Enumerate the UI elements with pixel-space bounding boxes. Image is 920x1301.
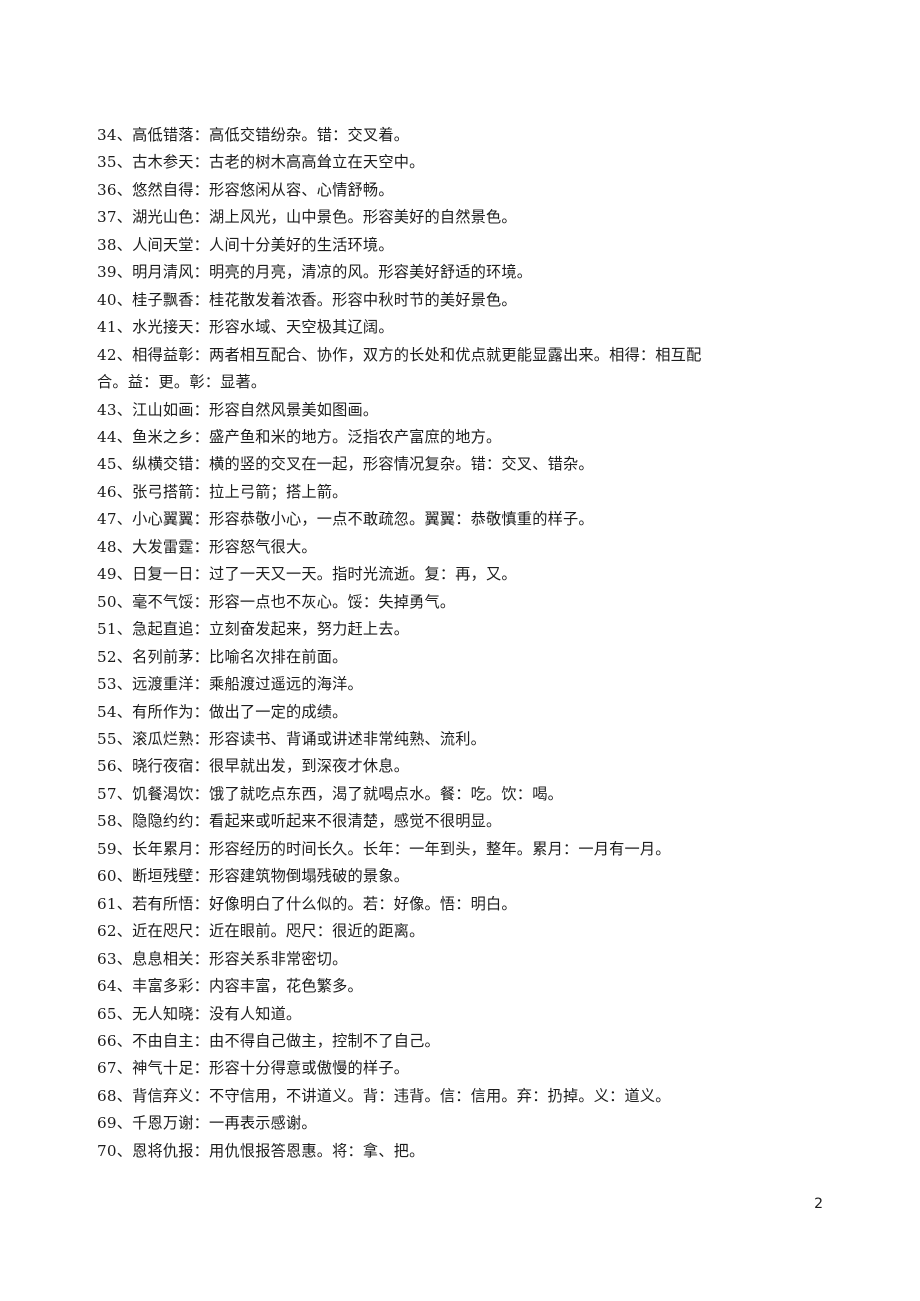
idiom-entry: 65、无人知晓：没有人知道。	[97, 1004, 302, 1023]
idiom-entry: 50、毫不气馁：形容一点也不灰心。馁：失掉勇气。	[97, 592, 456, 611]
idiom-entry: 59、长年累月：形容经历的时间长久。长年：一年到头，整年。累月：一月有一月。	[97, 839, 671, 858]
idiom-entry: 42、相得益彰：两者相互配合、协作，双方的长处和优点就更能显露出来。相得：相互配	[97, 345, 702, 364]
idiom-entry: 34、高低错落：高低交错纷杂。错：交叉着。	[97, 126, 410, 144]
idiom-entry: 67、神气十足：形容十分得意或傲慢的样子。	[97, 1059, 410, 1078]
idiom-entry: 合。益：更。彰：显著。	[97, 373, 267, 392]
idiom-entry: 58、隐隐约约：看起来或听起来不很清楚，感觉不很明显。	[97, 812, 502, 831]
document-page: 34、高低错落：高低交错纷杂。错：交叉着。 35、古木参天：古老的树木高高耸立在天…	[0, 0, 920, 1301]
page-number: 2	[814, 1196, 823, 1212]
idiom-entry: 46、张弓搭箭：拉上弓箭；搭上箭。	[97, 482, 348, 501]
idiom-entry: 68、背信弃义：不守信用，不讲道义。背：违背。信：信用。弃：扔掉。义：道义。	[97, 1086, 671, 1105]
idiom-entry: 53、远渡重洋：乘船渡过遥远的海洋。	[97, 675, 363, 694]
idiom-entry: 51、急起直追：立刻奋发起来，努力赶上去。	[97, 620, 410, 639]
idiom-entry: 41、水光接天：形容水域、天空极其辽阔。	[97, 318, 394, 337]
idiom-entry: 35、古木参天：古老的树木高高耸立在天空中。	[97, 153, 425, 172]
idiom-entry: 38、人间天堂：人间十分美好的生活环境。	[97, 235, 394, 254]
idiom-entry: 60、断垣残壁：形容建筑物倒塌残破的景象。	[97, 867, 410, 886]
idiom-entry: 69、千恩万谢：一再表示感谢。	[97, 1114, 317, 1133]
idiom-entry-list: 34、高低错落：高低交错纷杂。错：交叉着。 35、古木参天：古老的树木高高耸立在天…	[97, 122, 857, 1165]
idiom-entry: 39、明月清风：明亮的月亮，清凉的风。形容美好舒适的环境。	[97, 263, 533, 282]
idiom-entry: 56、晓行夜宿：很早就出发，到深夜才休息。	[97, 757, 410, 776]
idiom-entry: 61、若有所悟：好像明白了什么似的。若：好像。悟：明白。	[97, 894, 517, 913]
idiom-entry: 44、鱼米之乡：盛产鱼和米的地方。泛指农产富庶的地方。	[97, 427, 502, 446]
idiom-entry: 62、近在咫尺：近在眼前。咫尺：很近的距离。	[97, 922, 425, 941]
idiom-entry: 66、不由自主：由不得自己做主，控制不了自己。	[97, 1031, 440, 1050]
idiom-entry: 36、悠然自得：形容悠闲从容、心情舒畅。	[97, 180, 394, 199]
idiom-entry: 54、有所作为：做出了一定的成绩。	[97, 702, 348, 721]
idiom-entry: 64、丰富多彩：内容丰富，花色繁多。	[97, 977, 363, 996]
idiom-entry: 47、小心翼翼：形容恭敬小心，一点不敢疏忽。翼翼：恭敬慎重的样子。	[97, 510, 594, 529]
idiom-entry: 70、恩将仇报：用仇恨报答恩惠。将：拿、把。	[97, 1141, 425, 1160]
idiom-entry: 57、饥餐渴饮：饿了就吃点东西，渴了就喝点水。餐：吃。饮：喝。	[97, 784, 563, 803]
idiom-entry: 48、大发雷霆：形容怒气很大。	[97, 537, 317, 556]
idiom-entry: 37、湖光山色：湖上风光，山中景色。形容美好的自然景色。	[97, 208, 517, 227]
idiom-entry: 45、纵横交错：横的竖的交叉在一起，形容情况复杂。错：交叉、错杂。	[97, 455, 594, 474]
idiom-entry: 52、名列前茅：比喻名次排在前面。	[97, 647, 348, 666]
idiom-entry: 40、桂子飘香：桂花散发着浓香。形容中秋时节的美好景色。	[97, 290, 517, 309]
idiom-entry: 49、日复一日：过了一天又一天。指时光流逝。复：再，又。	[97, 565, 517, 584]
idiom-entry: 63、息息相关：形容关系非常密切。	[97, 949, 348, 968]
idiom-entry: 55、滚瓜烂熟：形容读书、背诵或讲述非常纯熟、流利。	[97, 729, 487, 748]
idiom-entry: 43、江山如画：形容自然风景美如图画。	[97, 400, 379, 419]
